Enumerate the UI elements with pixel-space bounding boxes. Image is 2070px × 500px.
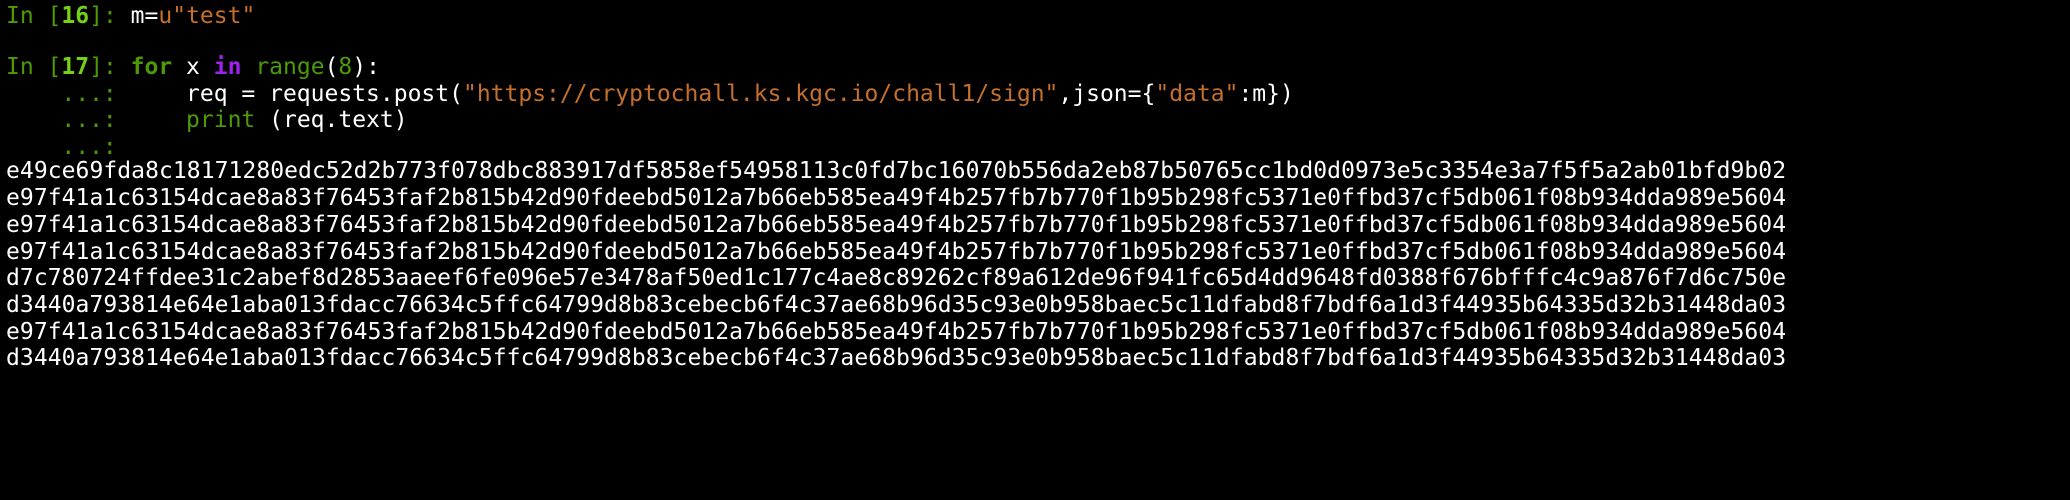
- continuation-prompt: ...:: [61, 107, 117, 133]
- code-data-key: "data": [1155, 81, 1239, 107]
- in-prompt: In [: [6, 3, 62, 29]
- prompt-number: 16: [61, 3, 90, 29]
- code-var-x: x: [172, 54, 214, 80]
- paren-close: ):: [352, 54, 380, 80]
- in-prompt-close: ]:: [89, 54, 117, 80]
- keyword-for: for: [130, 54, 173, 80]
- output-line: d3440a793814e64e1aba013fdacc76634c5ffc64…: [6, 292, 1787, 318]
- output-line: e97f41a1c63154dcae8a83f76453faf2b815b42d…: [6, 212, 1787, 238]
- continuation-prompt: ...:: [61, 81, 117, 107]
- output-line: e49ce69fda8c18171280edc52d2b773f078dbc88…: [6, 158, 1787, 184]
- input-line-16: In [16]: m=u"test": [6, 2, 255, 31]
- output-line: e97f41a1c63154dcae8a83f76453faf2b815b42d…: [6, 319, 1787, 345]
- continuation-line-2: ...: print (req.text): [6, 106, 408, 135]
- code-print-arg: (req.text): [255, 107, 408, 133]
- builtin-range: range: [255, 54, 325, 80]
- prompt-number: 17: [61, 54, 90, 80]
- code-json-arg: ,json={: [1058, 81, 1156, 107]
- output-line: e97f41a1c63154dcae8a83f76453faf2b815b42d…: [6, 185, 1787, 211]
- output-line: e97f41a1c63154dcae8a83f76453faf2b815b42d…: [6, 239, 1787, 265]
- code-var: m: [130, 3, 145, 29]
- code-string: "test": [172, 3, 256, 29]
- input-line-17: In [17]: for x in range(8):: [6, 53, 380, 82]
- code-prefix: u: [158, 3, 173, 29]
- output-line: d3440a793814e64e1aba013fdacc76634c5ffc64…: [6, 345, 1787, 371]
- in-prompt: In [: [6, 54, 62, 80]
- continuation-line-1: ...: req = requests.post("https://crypto…: [6, 80, 1294, 109]
- builtin-print: print: [186, 107, 256, 133]
- paren-open: (: [324, 54, 339, 80]
- output-line: d7c780724ffdee31c2abef8d2853aaeef6fe096e…: [6, 265, 1787, 291]
- ipython-terminal[interactable]: In [16]: m=u"test" In [17]: for x in ran…: [0, 0, 2070, 500]
- code-eq: =: [144, 3, 159, 29]
- code-req-assign: req = requests.post(: [116, 81, 463, 107]
- range-arg: 8: [338, 54, 353, 80]
- in-prompt-close: ]:: [89, 3, 117, 29]
- code-close: :m}): [1238, 81, 1294, 107]
- code-url-string: "https://cryptochall.ks.kgc.io/chall1/si…: [462, 81, 1059, 107]
- keyword-in: in: [213, 54, 242, 80]
